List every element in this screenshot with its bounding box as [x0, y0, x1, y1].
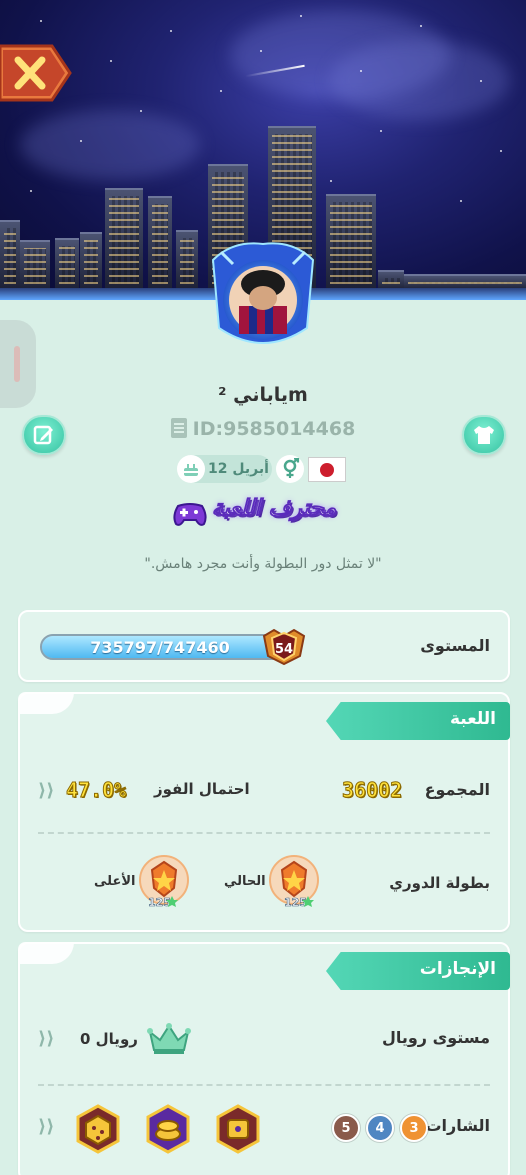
close-button[interactable]	[0, 42, 72, 104]
birthday-text: 12 أبريل	[208, 461, 269, 477]
game-stats-card: اللعبة المجموع 36002 احتمال الفوز 47.0% …	[18, 692, 510, 932]
level-card: المستوى 735797/747460 54	[18, 610, 510, 682]
current-rank-number: 125	[284, 896, 307, 909]
badge-count-gold: 3	[400, 1114, 428, 1142]
royal-level-value: رويال 0	[80, 1030, 138, 1048]
winrate-label: احتمال الفوز	[154, 780, 250, 798]
badge-dice-icon[interactable]	[74, 1104, 122, 1154]
total-label: المجموع	[424, 780, 490, 799]
achievements-section-title: الإنجازات	[419, 959, 496, 979]
level-label: المستوى	[420, 636, 490, 655]
winrate-value: 47.0%	[65, 778, 127, 803]
avatar[interactable]	[203, 240, 323, 355]
current-rank-medal[interactable]: 125	[268, 854, 320, 910]
player-id-text: ID:9585014468	[192, 418, 356, 440]
level-number: 54	[275, 642, 293, 657]
chevron-left-icon[interactable]: ⟩⟩	[38, 780, 54, 801]
highest-label: الأعلى	[94, 874, 136, 889]
achievements-card: الإنجازات مستوى رويال رويال 0 ⟩⟩ الشارات…	[18, 942, 510, 1175]
game-section-title: اللعبة	[450, 709, 496, 729]
cake-icon	[177, 455, 205, 483]
chevron-left-icon[interactable]: ⟩⟩	[38, 1028, 54, 1049]
close-icon	[0, 44, 72, 102]
copy-id-icon	[170, 418, 187, 438]
crown-icon	[146, 1022, 192, 1056]
profile-quote: "لا تمثل دور البطولة وأنت مجرد هامش."	[144, 556, 382, 572]
badge-chest-icon[interactable]	[214, 1104, 262, 1154]
gender-icon	[276, 455, 304, 483]
current-label: الحالي	[224, 874, 266, 889]
player-id[interactable]: ID:9585014468	[0, 418, 526, 440]
level-badge: 54	[258, 626, 310, 666]
achievements-section-header: الإنجازات	[326, 952, 510, 990]
total-value: 36002	[341, 778, 403, 803]
profile-tags: 12 أبريل	[0, 455, 526, 483]
chevron-left-icon[interactable]: ⟩⟩	[38, 1116, 54, 1137]
royal-level-label: مستوى رويال	[381, 1028, 490, 1047]
birthday-badge: 12 أبريل	[177, 455, 272, 483]
title-badge: محترف اللعبة	[170, 494, 355, 536]
game-section-header: اللعبة	[326, 702, 510, 740]
badge-count-silver: 4	[366, 1114, 394, 1142]
highest-rank-medal[interactable]: 125	[138, 854, 190, 910]
badges-label: الشارات	[425, 1116, 490, 1135]
league-label: بطولة الدوري	[389, 874, 490, 892]
highest-rank-number: 125	[148, 896, 171, 909]
title-text: محترف اللعبة	[211, 496, 337, 522]
username: ياباني ²m	[218, 384, 308, 406]
xp-text: 735797/747460	[90, 638, 230, 657]
japan-flag-icon	[308, 457, 346, 482]
badge-count-bronze: 5	[332, 1114, 360, 1142]
badge-coins-icon[interactable]	[144, 1104, 192, 1154]
